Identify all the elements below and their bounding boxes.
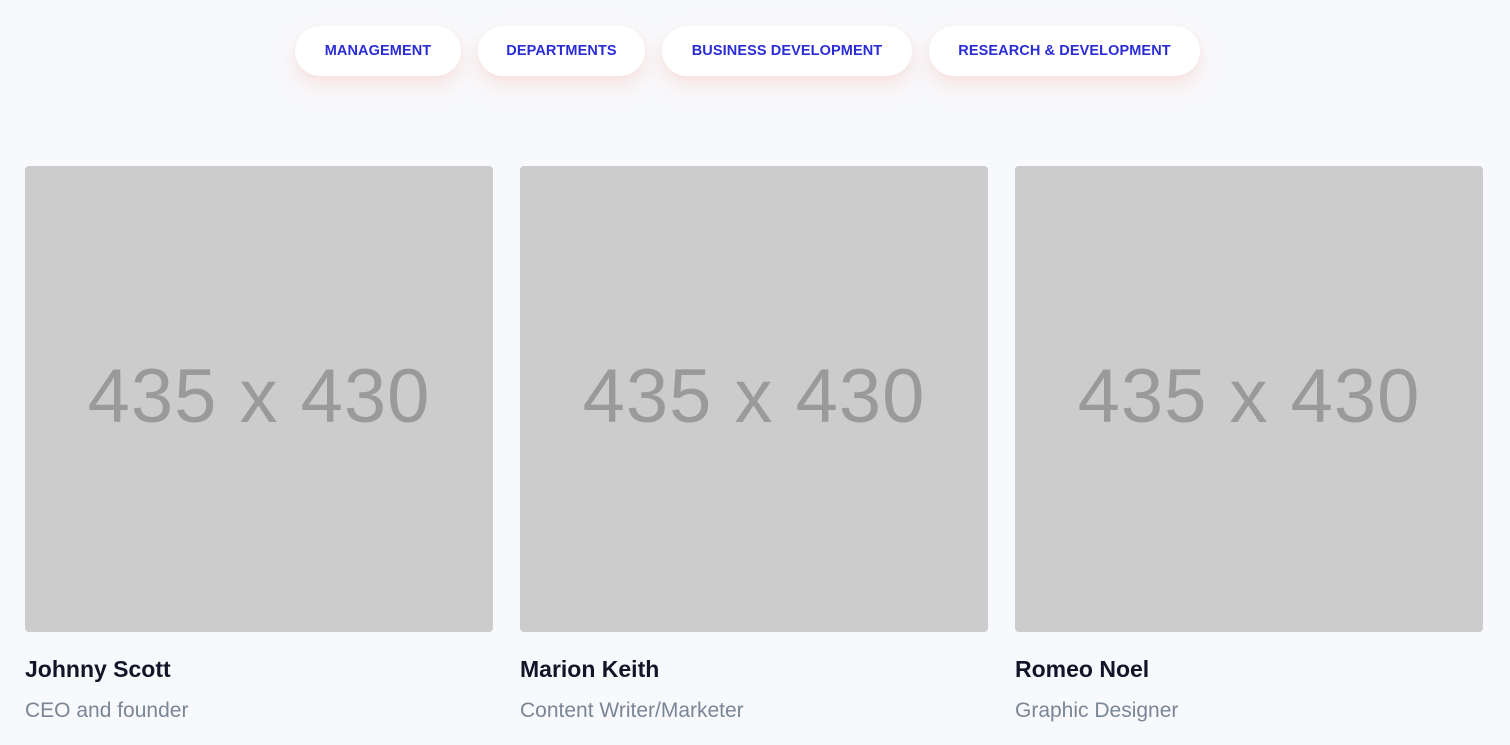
filter-tab-departments[interactable]: DEPARTMENTS [478, 26, 645, 76]
placeholder-dimensions-label: 435 x 430 [87, 353, 431, 439]
member-role: CEO and founder [25, 698, 189, 722]
placeholder-dimensions-label: 435 x 430 [1077, 353, 1421, 439]
filter-tab-research-development[interactable]: RESEARCH & DEVELOPMENT [929, 26, 1200, 76]
member-photo-placeholder: 435 x 430 [1015, 166, 1483, 632]
member-role: Graphic Designer [1015, 698, 1179, 722]
member-name: Marion Keith [520, 656, 660, 682]
filter-tab-management[interactable]: MANAGEMENT [295, 26, 461, 76]
member-name: Johnny Scott [25, 656, 171, 682]
team-member-card[interactable]: 435 x 430 Johnny Scott CEO and founder [25, 166, 493, 723]
member-photo-placeholder: 435 x 430 [25, 166, 493, 632]
member-role: Content Writer/Marketer [520, 698, 744, 722]
member-photo-placeholder: 435 x 430 [520, 166, 988, 632]
team-member-card[interactable]: 435 x 430 Romeo Noel Graphic Designer [1015, 166, 1483, 723]
filter-tab-business-development[interactable]: BUSINESS DEVELOPMENT [662, 26, 912, 76]
member-name: Romeo Noel [1015, 656, 1150, 682]
team-member-card[interactable]: 435 x 430 Marion Keith Content Writer/Ma… [520, 166, 988, 723]
placeholder-dimensions-label: 435 x 430 [582, 353, 926, 439]
team-filter-tabs: MANAGEMENT DEPARTMENTS BUSINESS DEVELOPM… [0, 26, 1510, 78]
